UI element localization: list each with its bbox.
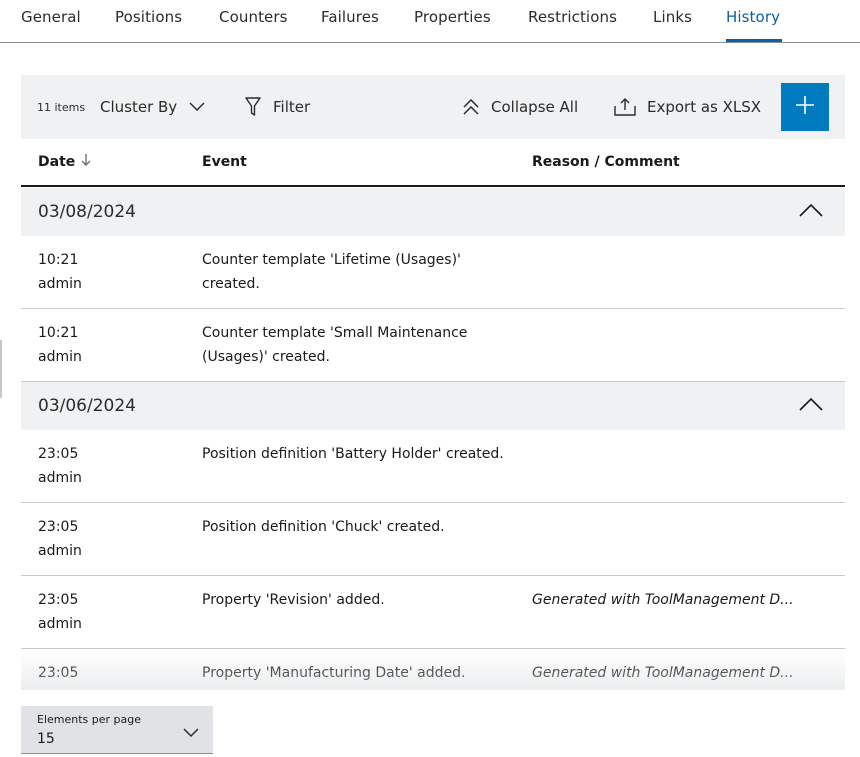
elements-per-page-label: Elements per page [37, 713, 142, 726]
row-time: 10:21 [38, 252, 79, 268]
row-user: admin [38, 616, 82, 632]
table-row[interactable]: 23:05 admin Property 'Manufacturing Date… [21, 649, 845, 690]
table-row[interactable]: 23:05 admin Position definition 'Battery… [21, 430, 845, 503]
collapse-all-icon [463, 99, 479, 115]
chevron-down-icon [189, 102, 205, 112]
row-date-cell: 23:05 admin [38, 588, 188, 636]
tab-bar: General Positions Counters Failures Prop… [0, 0, 860, 43]
item-count-label: 11 items [37, 100, 86, 114]
row-user: admin [38, 543, 82, 559]
table-row[interactable]: 23:05 admin Position definition 'Chuck' … [21, 503, 845, 576]
date-column-header[interactable]: Date [38, 154, 91, 170]
elements-per-page-value: 15 [37, 731, 55, 747]
active-tab-indicator [726, 39, 782, 42]
chevron-up-icon[interactable] [799, 396, 823, 415]
collapse-all-label: Collapse All [491, 98, 579, 116]
tab-links[interactable]: Links [653, 8, 692, 26]
tab-general[interactable]: General [21, 8, 81, 26]
row-reason: Generated with ToolManagement D... [532, 592, 794, 608]
row-date-cell: 10:21 admin [38, 321, 188, 369]
row-date-cell: 23:05 admin [38, 661, 188, 690]
event-column-header[interactable]: Event [202, 154, 247, 170]
tab-positions[interactable]: Positions [115, 8, 182, 26]
row-time: 23:05 [38, 665, 79, 681]
reason-column-header[interactable]: Reason / Comment [532, 154, 680, 170]
row-user: admin [38, 685, 188, 690]
cluster-by-button[interactable]: Cluster By [100, 75, 205, 139]
add-button[interactable] [781, 83, 829, 131]
filter-button[interactable]: Filter [245, 75, 310, 139]
table-row[interactable]: 10:21 admin Counter template 'Small Main… [21, 309, 845, 382]
elements-per-page-select[interactable]: Elements per page 15 [21, 706, 213, 754]
row-date-cell: 10:21 admin [38, 248, 188, 296]
export-xlsx-button[interactable]: Export as XLSX [614, 75, 761, 139]
group-date: 03/06/2024 [38, 396, 136, 416]
row-reason: Generated with ToolManagement D... [532, 665, 794, 681]
table-row[interactable]: 10:21 admin Counter template 'Lifetime (… [21, 236, 845, 309]
table-toolbar: 11 items Cluster By Filter Collapse All … [21, 75, 845, 139]
plus-icon [795, 95, 815, 119]
export-xlsx-label: Export as XLSX [647, 98, 762, 116]
filter-icon [245, 97, 261, 117]
group-header[interactable]: 03/06/2024 [21, 382, 845, 430]
row-time: 10:21 [38, 325, 79, 341]
filter-label: Filter [273, 98, 311, 116]
group-header[interactable]: 03/08/2024 [21, 188, 845, 236]
table-row[interactable]: 23:05 admin Property 'Revision' added. G… [21, 576, 845, 649]
chevron-down-icon [183, 723, 199, 742]
row-event: Property 'Revision' added. [202, 592, 385, 608]
date-column-label: Date [38, 154, 76, 170]
table-header: Date Event Reason / Comment [21, 139, 845, 187]
collapse-all-button[interactable]: Collapse All [463, 75, 578, 139]
tab-failures[interactable]: Failures [321, 8, 379, 26]
row-user: admin [38, 349, 82, 365]
export-icon [614, 98, 636, 116]
chevron-up-icon[interactable] [799, 202, 823, 221]
row-event: Position definition 'Chuck' created. [202, 519, 445, 535]
row-event: Property 'Manufacturing Date' added. [202, 665, 466, 681]
tab-properties[interactable]: Properties [414, 8, 491, 26]
group-date: 03/08/2024 [38, 202, 136, 222]
row-user: admin [38, 470, 82, 486]
row-date-cell: 23:05 admin [38, 515, 188, 563]
sort-descending-icon [81, 154, 91, 170]
row-time: 23:05 [38, 592, 79, 608]
row-event: Counter template 'Lifetime (Usages)' cre… [202, 252, 461, 292]
history-list: 03/08/2024 10:21 admin Counter template … [21, 188, 845, 690]
row-event: Counter template 'Small Maintenance (Usa… [202, 325, 468, 365]
tab-restrictions[interactable]: Restrictions [528, 8, 617, 26]
row-event: Position definition 'Battery Holder' cre… [202, 446, 504, 462]
side-panel-handle[interactable] [0, 340, 2, 398]
row-date-cell: 23:05 admin [38, 442, 188, 490]
row-time: 23:05 [38, 446, 79, 462]
tab-history[interactable]: History [726, 8, 780, 26]
row-time: 23:05 [38, 519, 79, 535]
cluster-by-label: Cluster By [100, 98, 178, 116]
item-count: 11 items [37, 75, 85, 139]
tab-counters[interactable]: Counters [219, 8, 288, 26]
row-user: admin [38, 276, 82, 292]
